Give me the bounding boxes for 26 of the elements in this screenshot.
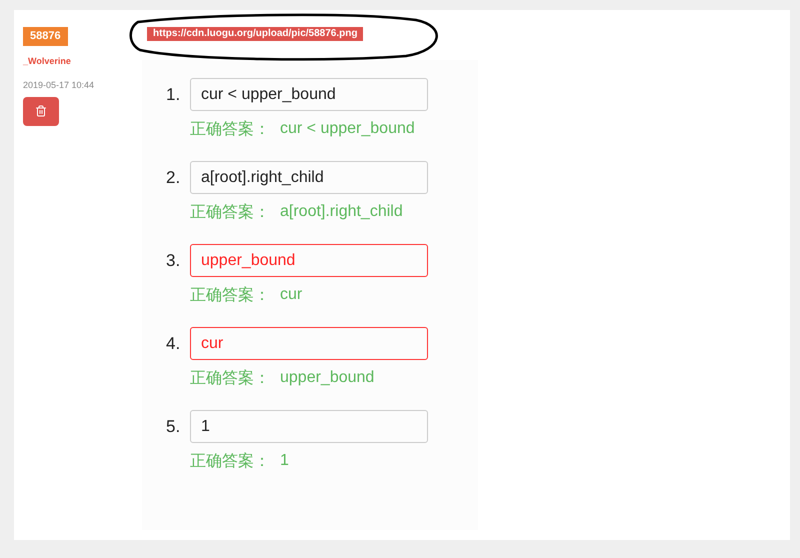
trash-icon [35, 105, 47, 117]
correct-answer-label: 正确答案： [190, 201, 270, 223]
question-number: 2. [166, 166, 182, 189]
answer-input[interactable]: cur [190, 327, 428, 360]
question-number: 5. [166, 416, 182, 438]
correct-answer: cur < upper_bound [280, 119, 415, 139]
question-number: 3. [166, 250, 182, 272]
question-number: 4. [166, 332, 182, 355]
correct-answer-label: 正确答案： [190, 450, 270, 472]
answer-input[interactable]: 1 [190, 410, 428, 443]
id-badge: 58876 [23, 27, 68, 46]
correct-answer-label: 正确答案： [190, 284, 270, 306]
correct-answer: upper_bound [280, 368, 374, 388]
delete-button[interactable] [23, 96, 59, 126]
answer-input[interactable]: cur < upper_bound [190, 78, 428, 111]
author-link[interactable]: _Wolverine [23, 54, 71, 68]
correct-answer-label: 正确答案： [190, 118, 270, 140]
answer-input[interactable]: upper_bound [190, 244, 428, 277]
correct-answer: cur [280, 285, 302, 305]
answer-input[interactable]: a[root].right_child [190, 161, 428, 194]
correct-answer: 1 [280, 451, 289, 471]
post-time: 2019-05-17 10:44 [23, 79, 94, 92]
correct-answer-label: 正确答案： [190, 367, 270, 389]
question-number: 1. [166, 84, 182, 106]
correct-answer: a[root].right_child [280, 202, 403, 222]
url-tag: https://cdn.luogu.org/upload/pic/58876.png [147, 27, 364, 41]
